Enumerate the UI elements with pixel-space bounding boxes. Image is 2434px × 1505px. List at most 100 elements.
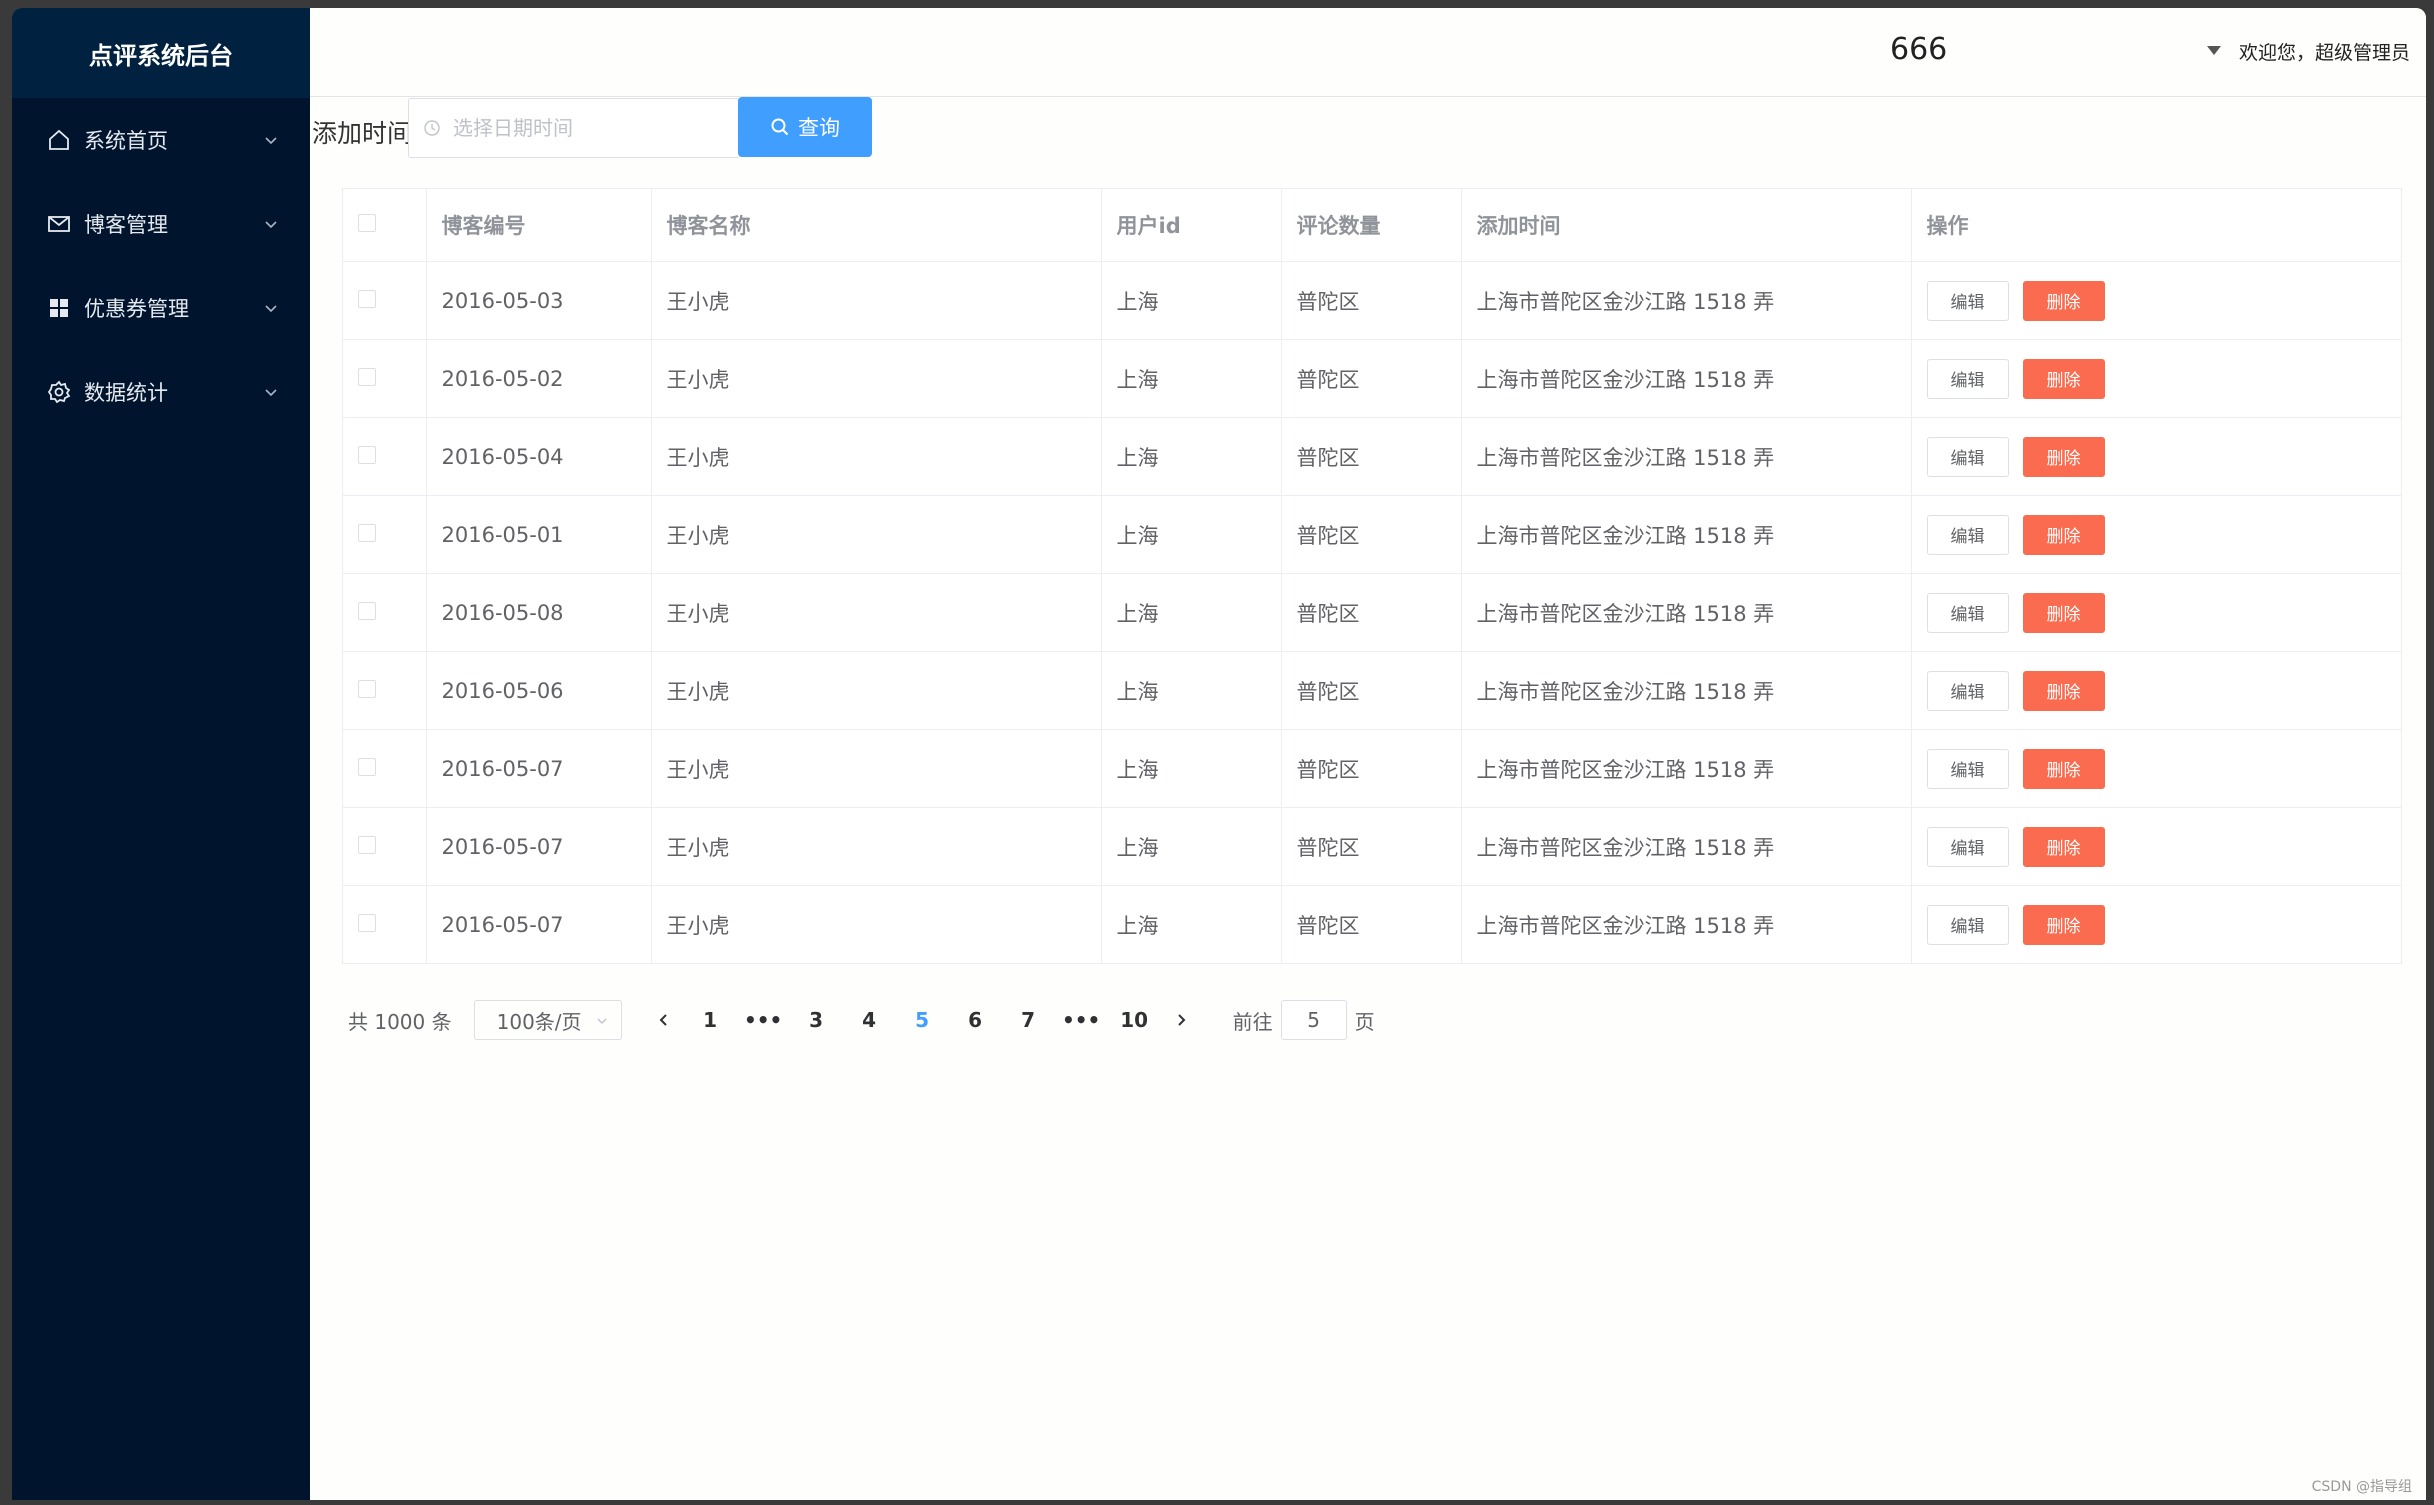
table-cell: 普陀区 xyxy=(1281,417,1462,496)
delete-button[interactable]: 删除 xyxy=(2022,904,2105,945)
table-cell: 上海市普陀区金沙江路 1518 弄 xyxy=(1461,339,1912,418)
table-row: 2016-05-04 王小虎 上海 普陀区 上海市普陀区金沙江路 1518 弄编辑 删除 xyxy=(343,417,2401,496)
row-select-cell[interactable] xyxy=(343,651,427,730)
delete-button[interactable]: 删除 xyxy=(2022,280,2105,321)
row-select-cell[interactable] xyxy=(343,885,427,964)
table-cell: 普陀区 xyxy=(1281,729,1462,808)
edit-button[interactable]: 编辑 xyxy=(1926,280,2009,321)
row-checkbox[interactable] xyxy=(358,679,376,698)
table-cell: 王小虎 xyxy=(651,729,1102,808)
delete-button[interactable]: 删除 xyxy=(2022,436,2105,477)
edit-button[interactable]: 编辑 xyxy=(1926,826,2009,867)
grid-icon xyxy=(46,295,72,321)
date-picker[interactable] xyxy=(408,98,740,158)
delete-button[interactable]: 删除 xyxy=(2022,358,2105,399)
edit-button[interactable]: 编辑 xyxy=(1926,358,2009,399)
action-cell: 编辑 删除 xyxy=(1911,885,2401,964)
sidebar-item-home[interactable]: 系统首页 xyxy=(12,98,310,182)
sidebar-item-stats[interactable]: 数据统计 xyxy=(12,350,310,434)
table-cell: 2016-05-07 xyxy=(426,885,652,964)
page-ellipsis[interactable]: ••• xyxy=(1055,1008,1108,1032)
action-cell: 编辑 删除 xyxy=(1911,417,2401,496)
row-checkbox[interactable] xyxy=(358,913,376,932)
select-all-checkbox[interactable] xyxy=(358,214,376,232)
sidebar-item-label: 数据统计 xyxy=(84,381,168,405)
goto-suffix: 页 xyxy=(1354,1009,1375,1034)
caret-down-icon[interactable] xyxy=(2207,46,2221,55)
action-cell: 编辑 删除 xyxy=(1911,807,2401,886)
table-cell: 王小虎 xyxy=(651,417,1102,496)
page-number[interactable]: 10 xyxy=(1108,1008,1161,1032)
table-row: 2016-05-02 王小虎 上海 普陀区 上海市普陀区金沙江路 1518 弄编辑 删除 xyxy=(343,339,2401,418)
edit-button[interactable]: 编辑 xyxy=(1926,436,2009,477)
chevron-down-icon xyxy=(265,137,277,145)
edit-button[interactable]: 编辑 xyxy=(1926,748,2009,789)
sidebar-item-label: 系统首页 xyxy=(84,129,168,153)
delete-button[interactable]: 删除 xyxy=(2022,670,2105,711)
delete-button[interactable]: 删除 xyxy=(2022,592,2105,633)
delete-button[interactable]: 删除 xyxy=(2022,826,2105,867)
row-checkbox[interactable] xyxy=(358,757,376,776)
row-select-cell[interactable] xyxy=(343,729,427,808)
row-checkbox[interactable] xyxy=(358,367,376,386)
page-size-select[interactable]: 100条/页 xyxy=(473,1000,622,1040)
row-checkbox[interactable] xyxy=(358,601,376,620)
total-count: 共 1000 条 xyxy=(348,1009,452,1034)
sidebar-item-coupon[interactable]: 优惠券管理 xyxy=(12,266,310,350)
table-row: 2016-05-07 王小虎 上海 普陀区 上海市普陀区金沙江路 1518 弄编辑 删除 xyxy=(343,729,2401,808)
row-checkbox[interactable] xyxy=(358,523,376,542)
goto-page-input[interactable] xyxy=(1280,1000,1347,1040)
table-cell: 上海 xyxy=(1101,261,1282,340)
row-select-cell[interactable] xyxy=(343,807,427,886)
chevron-down-icon xyxy=(265,389,277,397)
page-number[interactable]: 6 xyxy=(949,1008,1002,1032)
chevron-right-icon xyxy=(1177,1014,1186,1026)
table-cell: 上海市普陀区金沙江路 1518 弄 xyxy=(1461,729,1912,808)
chevron-down-icon xyxy=(265,305,277,313)
row-select-cell[interactable] xyxy=(343,495,427,574)
sidebar-item-blog[interactable]: 博客管理 xyxy=(12,182,310,266)
sidebar-item-label: 博客管理 xyxy=(84,213,168,237)
welcome-text[interactable]: 欢迎您，超级管理员 xyxy=(2239,38,2410,65)
page-number[interactable]: 7 xyxy=(1002,1008,1055,1032)
page-number[interactable]: 3 xyxy=(790,1008,843,1032)
select-all-cell[interactable] xyxy=(343,189,427,262)
delete-button[interactable]: 删除 xyxy=(2022,514,2105,555)
table-cell: 上海 xyxy=(1101,339,1282,418)
row-select-cell[interactable] xyxy=(343,417,427,496)
edit-button[interactable]: 编辑 xyxy=(1926,592,2009,633)
search-icon xyxy=(771,118,789,136)
table-cell: 2016-05-01 xyxy=(426,495,652,574)
edit-button[interactable]: 编辑 xyxy=(1926,514,2009,555)
table-cell: 普陀区 xyxy=(1281,261,1462,340)
page-number[interactable]: 5 xyxy=(896,1008,949,1032)
page-number[interactable]: 4 xyxy=(843,1008,896,1032)
page-ellipsis[interactable]: ••• xyxy=(737,1008,790,1032)
edit-button[interactable]: 编辑 xyxy=(1926,904,2009,945)
delete-button[interactable]: 删除 xyxy=(2022,748,2105,789)
table-cell: 2016-05-07 xyxy=(426,729,652,808)
row-checkbox[interactable] xyxy=(358,289,376,308)
table-cell: 上海市普陀区金沙江路 1518 弄 xyxy=(1461,807,1912,886)
table-cell: 上海 xyxy=(1101,417,1282,496)
edit-button[interactable]: 编辑 xyxy=(1926,670,2009,711)
prev-page-button[interactable] xyxy=(644,1013,684,1027)
row-checkbox[interactable] xyxy=(358,835,376,854)
home-icon xyxy=(46,127,72,153)
date-input[interactable] xyxy=(451,115,735,141)
chevron-down-icon xyxy=(265,221,277,229)
page-size-value: 100条/页 xyxy=(496,1009,582,1034)
table-row: 2016-05-07 王小虎 上海 普陀区 上海市普陀区金沙江路 1518 弄编辑 删除 xyxy=(343,807,2401,886)
row-select-cell[interactable] xyxy=(343,261,427,340)
row-select-cell[interactable] xyxy=(343,573,427,652)
page-number[interactable]: 1 xyxy=(684,1008,737,1032)
pagination: 共 1000 条 100条/页 1•••34567•••10 前往 页 xyxy=(348,998,1375,1042)
row-checkbox[interactable] xyxy=(358,445,376,464)
action-cell: 编辑 删除 xyxy=(1911,651,2401,730)
row-select-cell[interactable] xyxy=(343,339,427,418)
next-page-button[interactable] xyxy=(1161,1013,1201,1027)
table-cell: 2016-05-03 xyxy=(426,261,652,340)
action-cell: 编辑 删除 xyxy=(1911,729,2401,808)
column-header: 操作 xyxy=(1911,189,2401,262)
query-button[interactable]: 查询 xyxy=(738,97,872,157)
